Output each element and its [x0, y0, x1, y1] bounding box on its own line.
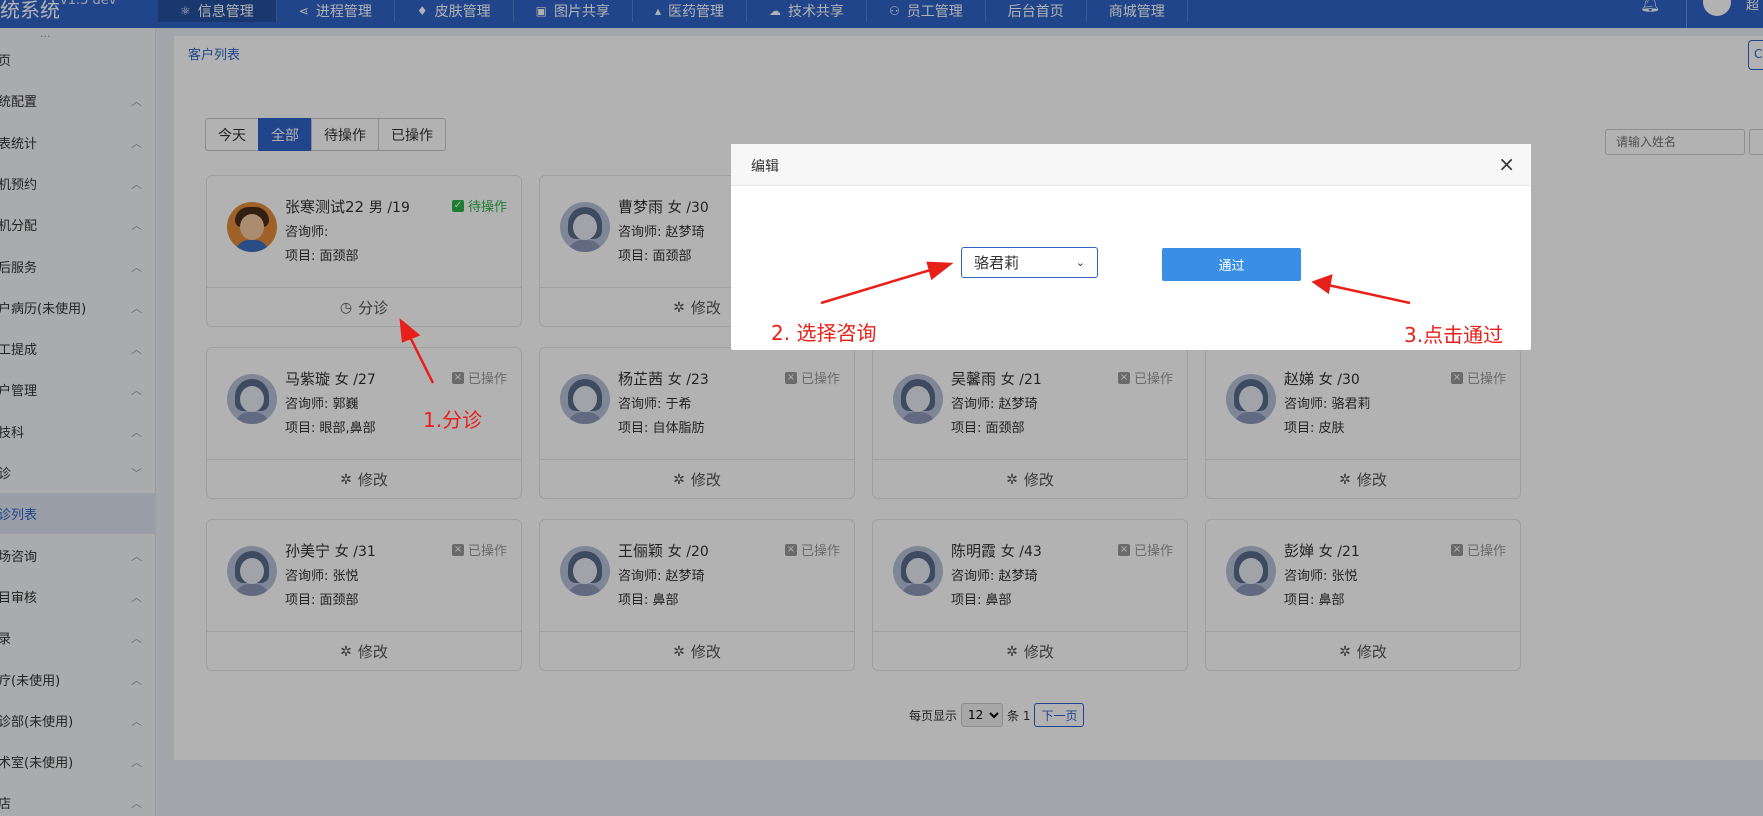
- annotation-step1: 1.分诊: [423, 408, 483, 432]
- arrow-3-head: [1311, 274, 1333, 295]
- arrow-1-head: [399, 318, 421, 343]
- annotation-step2: 2. 选择咨询: [771, 321, 877, 345]
- annotation-arrows: [399, 261, 1411, 384]
- annotation-step3: 3.点击通过: [1404, 323, 1504, 347]
- arrow-2-head: [926, 261, 954, 281]
- arrow-1-line: [406, 332, 435, 384]
- arrow-3-line: [1327, 283, 1411, 305]
- arrow-2-line: [820, 266, 938, 305]
